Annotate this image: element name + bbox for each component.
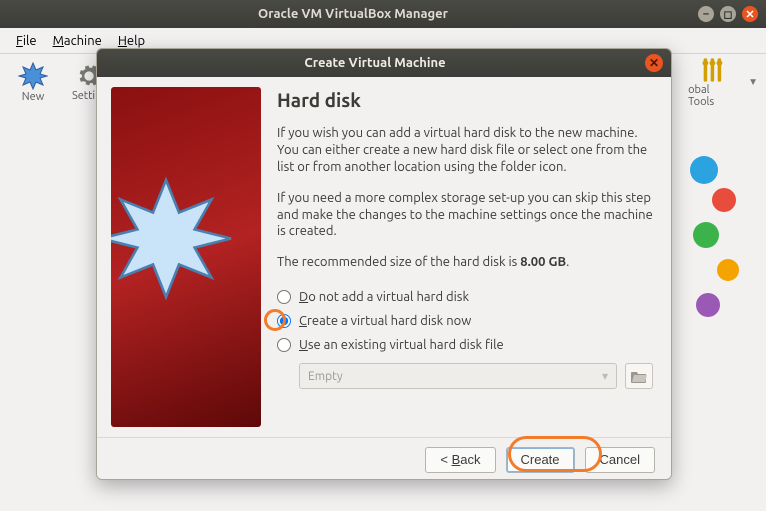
dialog-para1: If you wish you can add a virtual hard d… bbox=[277, 125, 653, 176]
dialog-close-button[interactable]: ✕ bbox=[645, 54, 663, 72]
tools-icon bbox=[699, 56, 727, 84]
recommended-suffix: . bbox=[566, 255, 569, 269]
browse-folder-button[interactable] bbox=[625, 363, 653, 389]
radio-existing-label: Use an existing virtual hard disk file bbox=[299, 338, 504, 352]
radio-existing-input[interactable] bbox=[277, 338, 291, 352]
radio-group: Do not add a virtual hard disk Create a … bbox=[277, 285, 653, 389]
dialog-title: Create Virtual Machine bbox=[105, 56, 645, 70]
radio-existing[interactable]: Use an existing virtual hard disk file bbox=[277, 333, 653, 357]
back-button[interactable]: < Back bbox=[425, 447, 495, 473]
radio-none-input[interactable] bbox=[277, 290, 291, 304]
folder-icon bbox=[631, 369, 647, 383]
dialog-sidebar-graphic bbox=[111, 87, 261, 427]
window-controls: – ◻ ✕ bbox=[698, 6, 758, 22]
close-window-button[interactable]: ✕ bbox=[742, 6, 758, 22]
main-window-titlebar: Oracle VM VirtualBox Manager – ◻ ✕ bbox=[0, 0, 766, 28]
dialog-button-bar: < Back Create Cancel bbox=[97, 437, 671, 480]
toolbar-dropdown-caret[interactable]: ▼ bbox=[748, 76, 758, 88]
dialog-content: Hard disk If you wish you can add a virt… bbox=[271, 77, 671, 437]
menu-file[interactable]: File bbox=[10, 34, 43, 48]
main-window-title: Oracle VM VirtualBox Manager bbox=[8, 7, 698, 21]
recommended-prefix: The recommended size of the hard disk is bbox=[277, 255, 520, 269]
create-vm-dialog: Create Virtual Machine ✕ Hard disk If yo… bbox=[96, 48, 672, 480]
dialog-recommended: The recommended size of the hard disk is… bbox=[277, 254, 653, 271]
radio-create-label: Create a virtual hard disk now bbox=[299, 314, 471, 328]
cancel-button[interactable]: Cancel bbox=[585, 447, 655, 473]
menu-machine[interactable]: Machine bbox=[47, 34, 108, 48]
welcome-illustration bbox=[684, 140, 748, 340]
toolbar-global-tools-label: obal Tools bbox=[688, 84, 738, 108]
starburst-icon bbox=[18, 61, 48, 91]
starburst-graphic-icon bbox=[111, 87, 261, 427]
dialog-heading: Hard disk bbox=[277, 89, 653, 111]
radio-none[interactable]: Do not add a virtual hard disk bbox=[277, 285, 653, 309]
menu-help[interactable]: Help bbox=[112, 34, 151, 48]
radio-create[interactable]: Create a virtual hard disk now bbox=[277, 309, 653, 333]
radio-none-label: Do not add a virtual hard disk bbox=[299, 290, 469, 304]
minimize-button[interactable]: – bbox=[698, 6, 714, 22]
toolbar-global-tools-button[interactable]: obal Tools bbox=[688, 56, 738, 108]
combo-placeholder: Empty bbox=[308, 370, 343, 383]
dialog-para2: If you need a more complex storage set-u… bbox=[277, 190, 653, 241]
recommended-size: 8.00 GB bbox=[520, 255, 566, 269]
existing-disk-combo[interactable]: Empty bbox=[299, 363, 617, 389]
maximize-button[interactable]: ◻ bbox=[720, 6, 736, 22]
dialog-titlebar: Create Virtual Machine ✕ bbox=[97, 49, 671, 77]
toolbar-new-button[interactable]: New bbox=[8, 61, 58, 103]
create-button[interactable]: Create bbox=[506, 447, 575, 473]
toolbar-new-label: New bbox=[22, 91, 44, 103]
radio-create-input[interactable] bbox=[277, 314, 291, 328]
